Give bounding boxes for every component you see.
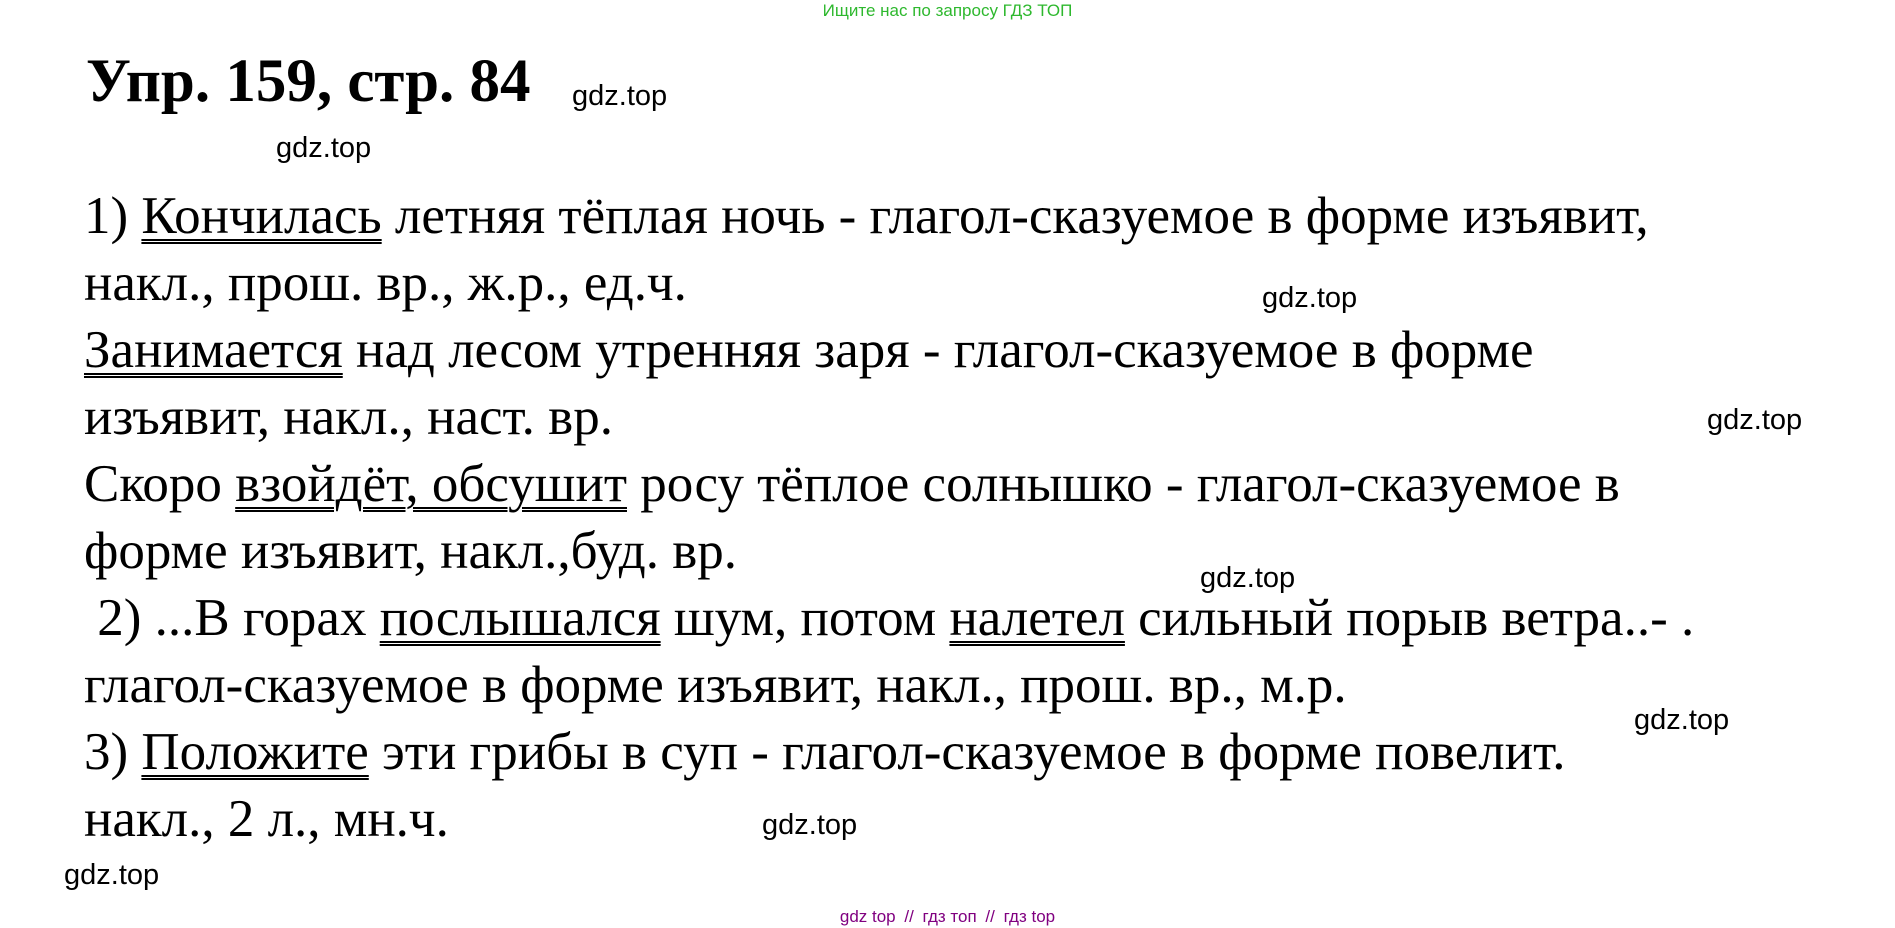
text-line: 1) Кончилась летняя тёплая ночь - глагол… <box>84 183 1694 250</box>
top-banner: Ищите нас по запросу ГДЗ ТОП <box>822 1 1073 20</box>
exercise-answer: 1) Кончилась летняя тёплая ночь - глагол… <box>84 183 1694 853</box>
text-fragment: изъявит, накл., наст. вр. <box>84 388 613 446</box>
text-line: Скоро взойдёт, обсушит росу тёплое солны… <box>84 451 1694 518</box>
text-line: 2) ...В горах послышался шум, потом нале… <box>84 585 1694 652</box>
text-fragment: форме изъявит, накл.,буд. вр. <box>84 522 738 580</box>
predicate-verb: Кончилась <box>141 187 382 245</box>
text-line: накл., 2 л., мн.ч. <box>84 786 1694 853</box>
footer-link[interactable]: гдз top <box>1004 907 1056 926</box>
watermark: gdz.top <box>572 80 668 112</box>
predicate-verb: Положите <box>141 723 369 781</box>
text-fragment: Скоро <box>84 455 236 513</box>
text-line: Занимается над лесом утренняя заря - гла… <box>84 317 1694 384</box>
footer-links: gdz top // гдз топ // гдз top <box>0 906 1895 928</box>
page-title: Упр. 159, стр. 84 <box>86 48 531 115</box>
watermark: gdz.top <box>276 132 372 164</box>
footer-separator: // <box>904 907 914 926</box>
text-fragment: летняя тёплая ночь - глагол-сказуемое в … <box>381 187 1649 245</box>
text-line: глагол-сказуемое в форме изъявит, накл.,… <box>84 652 1694 719</box>
text-fragment: росу тёплое солнышко - глагол-сказуемое … <box>626 455 1620 513</box>
text-fragment: 2) ...В горах <box>84 589 380 647</box>
watermark: gdz.top <box>1707 404 1803 436</box>
predicate-verb: взойдёт, обсушит <box>235 455 627 513</box>
text-fragment: сильный порыв ветра..- . <box>1124 589 1695 647</box>
predicate-verb: Занимается <box>84 321 343 379</box>
text-line: форме изъявит, накл.,буд. вр. <box>84 518 1694 585</box>
text-fragment: над лесом утренняя заря - глагол-сказуем… <box>342 321 1534 379</box>
predicate-verb: послышался <box>379 589 661 647</box>
text-line: изъявит, накл., наст. вр. <box>84 384 1694 451</box>
text-fragment: накл., прош. вр., ж.р., ед.ч. <box>84 254 687 312</box>
text-fragment: шум, потом <box>660 589 950 647</box>
footer-link[interactable]: gdz top <box>840 907 896 926</box>
text-fragment: эти грибы в суп - глагол-сказуемое в фор… <box>368 723 1566 781</box>
text-fragment: 1) <box>84 187 142 245</box>
text-fragment: глагол-сказуемое в форме изъявит, накл.,… <box>84 656 1347 714</box>
text-line: 3) Положите эти грибы в суп - глагол-ска… <box>84 719 1694 786</box>
footer-separator: // <box>985 907 995 926</box>
watermark: gdz.top <box>64 859 160 891</box>
predicate-verb: налетел <box>949 589 1125 647</box>
text-fragment: накл., 2 л., мн.ч. <box>84 790 449 848</box>
text-fragment: 3) <box>84 723 142 781</box>
footer-link[interactable]: гдз топ <box>923 907 977 926</box>
text-line: накл., прош. вр., ж.р., ед.ч. <box>84 250 1694 317</box>
